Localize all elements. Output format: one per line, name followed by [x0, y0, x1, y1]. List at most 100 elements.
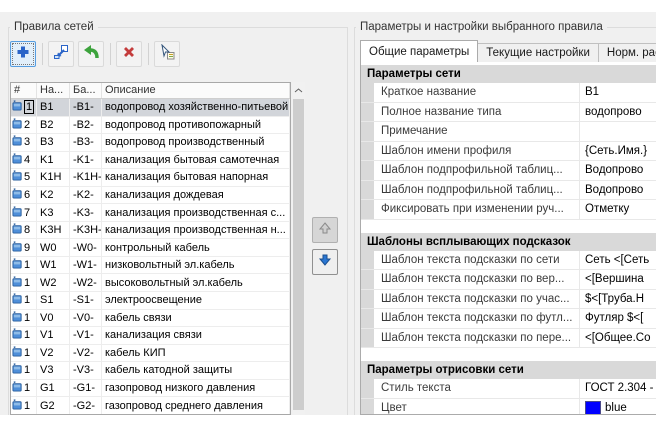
property-value[interactable] [580, 122, 656, 141]
property-row[interactable]: Шаблон текста подсказки по футл...Футляр… [361, 309, 656, 329]
rule-icon [12, 100, 23, 114]
table-row[interactable]: 9W0-W0-контрольный кабель [11, 239, 290, 257]
row-name: K1H [37, 169, 70, 186]
table-row[interactable]: 4K1-K1-канализация бытовая самотечная [11, 152, 290, 170]
property-value[interactable]: водопрово [580, 103, 656, 122]
table-row[interactable]: 1V3-V3-кабель катодной защиты [11, 362, 290, 380]
property-value[interactable]: $<[Труба.Н [580, 290, 656, 309]
column-header[interactable]: Описание [102, 83, 290, 98]
property-value[interactable]: ГОСТ 2.304 - [580, 379, 656, 398]
column-header[interactable]: Ба... [70, 83, 102, 98]
row-name: V0 [37, 310, 70, 327]
copy-rule-button[interactable] [48, 41, 74, 67]
rules-table: #На...Ба...Описание 1B1-B1-водопровод хо… [10, 82, 291, 415]
row-base: -S1- [70, 292, 102, 309]
property-row[interactable]: Шаблон текста подсказки по сетиСеть <[Се… [361, 251, 656, 271]
property-row[interactable]: Шаблон подпрофильной таблиц...Водопрово [361, 161, 656, 181]
property-label: Шаблон текста подсказки по учас... [374, 290, 580, 309]
row-gutter [361, 200, 374, 219]
table-row[interactable]: 1V0-V0-кабель связи [11, 310, 290, 328]
table-row[interactable]: 1W1-W1-низковольтный эл.кабель [11, 257, 290, 275]
table-row[interactable]: 1V1-V1-канализация связи [11, 327, 290, 345]
property-row[interactable]: Шаблон текста подсказки по вер...<[Верши… [361, 270, 656, 290]
property-row[interactable]: Шаблон текста подсказки по пере...<[Обще… [361, 329, 656, 349]
delete-icon [121, 44, 137, 65]
row-base: -K3- [70, 204, 102, 221]
row-number: 1 [24, 347, 30, 359]
row-name: K1 [37, 152, 70, 169]
property-value[interactable]: Водопрово [580, 181, 656, 200]
property-value[interactable]: <[Вершина [580, 270, 656, 289]
table-row[interactable]: 1W2-W2-высоковольтный эл.кабель [11, 274, 290, 292]
move-up-button[interactable] [312, 217, 338, 243]
copy-icon [53, 44, 69, 65]
table-row[interactable]: 1S1-S1-электроосвещение [11, 292, 290, 310]
table-row[interactable]: 3B3-B3-водопровод производственный [11, 134, 290, 152]
row-gutter [361, 399, 374, 415]
property-row[interactable]: Стиль текстаГОСТ 2.304 - [361, 379, 656, 399]
property-row[interactable]: Примечание [361, 122, 656, 142]
delete-rule-button[interactable] [116, 41, 142, 67]
row-gutter [361, 309, 374, 328]
rule-icon [12, 153, 23, 167]
rule-icon [12, 223, 23, 237]
column-header[interactable]: На... [37, 83, 70, 98]
row-base: -G2- [70, 397, 102, 414]
property-row[interactable]: Краткое названиеB1 [361, 83, 656, 103]
table-row[interactable]: 1G1-G1-газопровод низкого давления [11, 380, 290, 398]
add-rule-button[interactable] [10, 41, 36, 67]
rule-icon [12, 363, 23, 377]
row-number-cell: 1 [11, 99, 37, 116]
tab-norm-distances[interactable]: Норм. расстояния [598, 43, 656, 62]
scrollbar-up-button[interactable] [292, 82, 305, 96]
table-row[interactable]: 1G2-G2-газопровод среднего давления [11, 397, 290, 415]
property-row[interactable]: Полное название типаводопрово [361, 103, 656, 123]
row-name: W0 [37, 239, 70, 256]
row-description: электроосвещение [102, 292, 290, 309]
table-row[interactable]: 8K3H-K3H-канализация производственная н.… [11, 222, 290, 240]
row-number: 6 [24, 189, 30, 201]
property-value[interactable]: B1 [580, 83, 656, 102]
property-value[interactable]: <[Общее.Со [580, 329, 656, 348]
property-label: Краткое название [374, 83, 580, 102]
property-row[interactable]: Шаблон подпрофильной таблиц...Водопрово [361, 181, 656, 201]
property-row[interactable]: Цветblue [361, 399, 656, 415]
row-description: контрольный кабель [102, 239, 290, 256]
row-base: -W0- [70, 239, 102, 256]
row-base: -K1- [70, 152, 102, 169]
scrollbar-thumb[interactable] [293, 99, 304, 410]
move-down-button[interactable] [312, 249, 338, 275]
table-row[interactable]: 7K3-K3-канализация производственная с... [11, 204, 290, 222]
table-scrollbar[interactable] [292, 82, 305, 415]
network-rules-dialog: Правила сетей [0, 12, 656, 415]
undo-button[interactable] [78, 41, 104, 67]
row-gutter [361, 290, 374, 309]
rule-icon [12, 170, 23, 184]
tab-general-params[interactable]: Общие параметры [360, 40, 478, 62]
table-row[interactable]: 1B1-B1-водопровод хозяйственно-питьевой [11, 99, 290, 117]
property-value[interactable]: Сеть <[Сеть [580, 251, 656, 270]
table-row[interactable]: 6K2-K2-канализация дождевая [11, 187, 290, 205]
color-swatch[interactable] [585, 401, 601, 414]
property-label: Фиксировать при изменении руч... [374, 200, 580, 219]
pick-rule-button[interactable] [154, 41, 180, 67]
property-value[interactable]: {Сеть.Имя.} [580, 142, 656, 161]
property-row[interactable]: Шаблон имени профиля{Сеть.Имя.} [361, 142, 656, 162]
column-header[interactable]: # [11, 83, 37, 98]
undo-icon [83, 44, 99, 65]
table-row[interactable]: 2B2-B2-водопровод противопожарный [11, 117, 290, 135]
property-value[interactable]: Отметку [580, 200, 656, 219]
property-row[interactable]: Шаблон текста подсказки по учас...$<[Тру… [361, 290, 656, 310]
property-value[interactable]: Футляр $<[ [580, 309, 656, 328]
property-value[interactable]: blue [580, 399, 656, 415]
property-row[interactable]: Фиксировать при изменении руч...Отметку [361, 200, 656, 220]
row-number-cell: 1 [11, 327, 37, 344]
row-number-cell: 1 [11, 380, 37, 397]
tab-current-settings[interactable]: Текущие настройки [477, 43, 599, 62]
table-row[interactable]: 1V2-V2-кабель КИП [11, 345, 290, 363]
row-number: 1 [24, 364, 30, 376]
row-description: канализация дождевая [102, 187, 290, 204]
property-value[interactable]: Водопрово [580, 161, 656, 180]
row-description: высоковольтный эл.кабель [102, 274, 290, 291]
table-row[interactable]: 5K1H-K1H-канализация бытовая напорная [11, 169, 290, 187]
